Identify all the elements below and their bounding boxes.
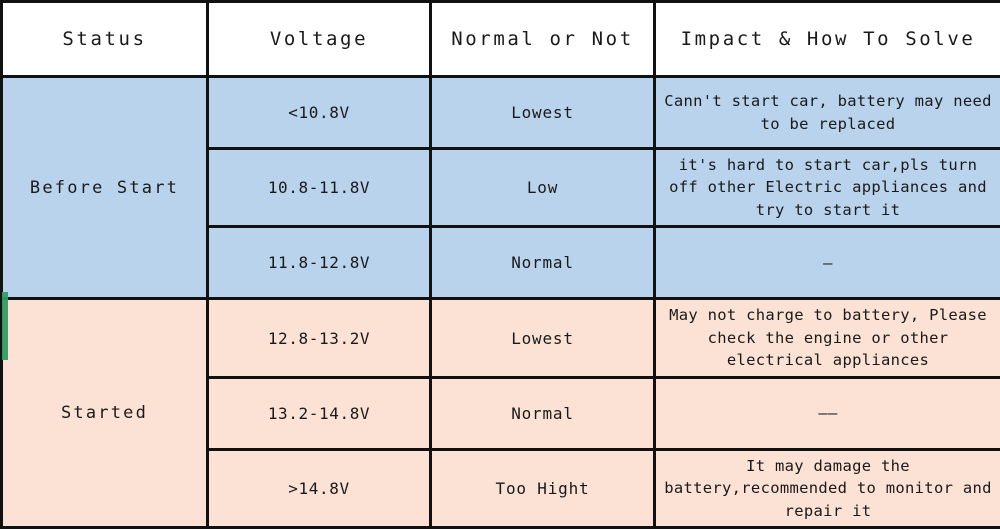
voltage-value: 13.2-14.8V: [208, 377, 431, 449]
voltage-value: <10.8V: [208, 77, 431, 149]
table-body: Before Start <10.8V Lowest Cann't start …: [2, 77, 1000, 528]
status-badge: Normal: [431, 227, 655, 299]
voltage-reference-table-container: Status Voltage Normal or Not Impact & Ho…: [0, 0, 1000, 508]
column-header-status: Status: [2, 2, 208, 77]
impact-description: It may damage the battery,recommended to…: [655, 449, 1000, 527]
impact-description: Cann't start car, battery may need to be…: [655, 77, 1000, 149]
status-badge: Too Hight: [431, 449, 655, 527]
battery-voltage-table: Status Voltage Normal or Not Impact & Ho…: [0, 0, 1000, 529]
status-badge: Normal: [431, 377, 655, 449]
column-header-normal-or-not: Normal or Not: [431, 2, 655, 77]
header-row: Status Voltage Normal or Not Impact & Ho…: [2, 2, 1000, 77]
impact-description: it's hard to start car,pls turn off othe…: [655, 149, 1000, 227]
status-group-started: Started: [2, 299, 208, 528]
status-group-before-start: Before Start: [2, 77, 208, 299]
table-header: Status Voltage Normal or Not Impact & Ho…: [2, 2, 1000, 77]
table-row: Started 12.8-13.2V Lowest May not charge…: [2, 299, 1000, 377]
status-badge: Lowest: [431, 299, 655, 377]
impact-description: May not charge to battery, Please check …: [655, 299, 1000, 377]
voltage-value: 11.8-12.8V: [208, 227, 431, 299]
voltage-value: 12.8-13.2V: [208, 299, 431, 377]
impact-description: —: [655, 227, 1000, 299]
status-badge: Low: [431, 149, 655, 227]
impact-description: ——: [655, 377, 1000, 449]
column-header-impact-how-to-solve: Impact & How To Solve: [655, 2, 1000, 77]
voltage-value: >14.8V: [208, 449, 431, 527]
table-row: Before Start <10.8V Lowest Cann't start …: [2, 77, 1000, 149]
voltage-value: 10.8-11.8V: [208, 149, 431, 227]
status-badge: Lowest: [431, 77, 655, 149]
column-header-voltage: Voltage: [208, 2, 431, 77]
